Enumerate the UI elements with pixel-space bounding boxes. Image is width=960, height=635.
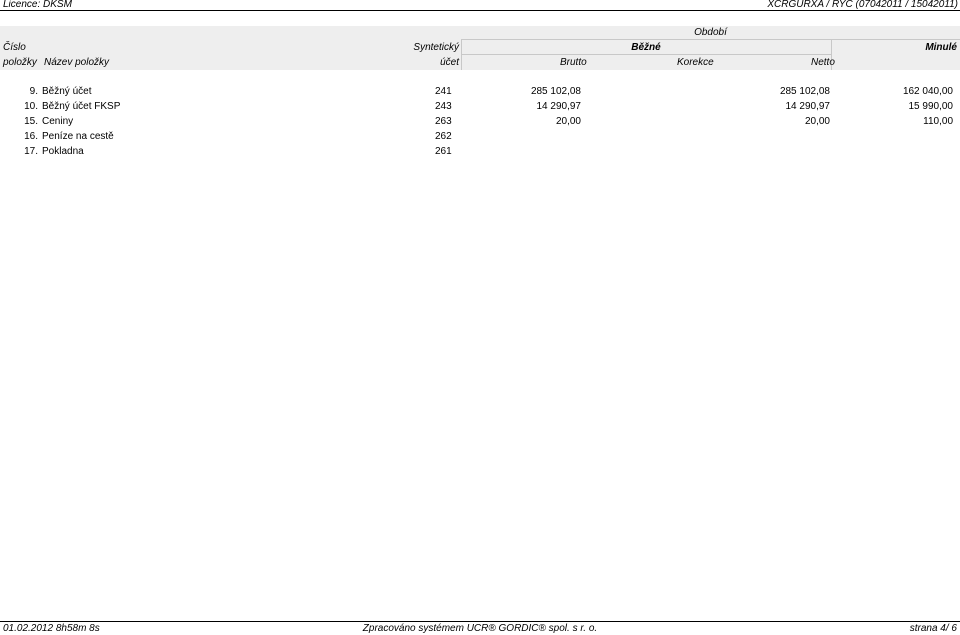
report-id-label: XCRGURXA / RYC (07042011 / 15042011) xyxy=(767,0,958,10)
table-header: Období Číslo položky Název položky Synte… xyxy=(0,26,960,70)
header-brutto: Brutto xyxy=(560,57,587,68)
row-name: Běžný účet xyxy=(42,86,92,97)
row-account: 261 xyxy=(435,146,452,157)
header-nazev-polozky: Název položky xyxy=(44,57,110,68)
row-number: 15. xyxy=(24,116,38,127)
footer-processed-by: Zpracováno systémem UCR® GORDIC® spol. s… xyxy=(362,623,598,634)
row-netto: 14 290,97 xyxy=(785,101,831,112)
header-ucet: účet xyxy=(440,57,459,68)
header-synteticky: Syntetický xyxy=(413,42,459,53)
row-number: 9. xyxy=(29,86,38,97)
row-name: Ceniny xyxy=(42,116,74,127)
row-number: 17. xyxy=(24,146,38,157)
header-bezne: Běžné xyxy=(631,42,661,53)
row-number: 16. xyxy=(24,131,38,142)
header-cislo: Číslo xyxy=(3,42,26,53)
header-obdobi: Období xyxy=(694,27,727,38)
row-brutto: 14 290,97 xyxy=(536,101,582,112)
footer-page-number: strana 4/ 6 xyxy=(909,623,957,634)
row-name: Pokladna xyxy=(42,146,84,157)
row-brutto: 20,00 xyxy=(555,116,581,127)
row-netto: 20,00 xyxy=(804,116,830,127)
header-divider-obdobi xyxy=(461,39,960,40)
header-divider-bezne xyxy=(461,54,831,55)
report-top-bar: Licence: DKSM XCRGURXA / RYC (07042011 /… xyxy=(0,0,960,11)
row-number: 10. xyxy=(24,101,38,112)
row-previous: 110,00 xyxy=(923,116,953,127)
header-korekce: Korekce xyxy=(677,57,714,68)
row-brutto: 285 102,08 xyxy=(530,86,581,97)
header-polozky: položky xyxy=(3,57,37,68)
row-name: Běžný účet FKSP xyxy=(42,101,121,112)
row-previous: 15 990,00 xyxy=(908,101,954,112)
row-previous: 162 040,00 xyxy=(902,86,953,97)
header-minule: Minulé xyxy=(925,42,957,53)
row-account: 262 xyxy=(435,131,452,142)
footer-timestamp: 01.02.2012 8h58m 8s xyxy=(3,623,100,634)
licence-label: Licence: DKSM xyxy=(3,0,72,10)
footer-divider xyxy=(0,621,960,622)
header-netto: Netto xyxy=(811,57,835,68)
row-netto: 285 102,08 xyxy=(779,86,830,97)
row-name: Peníze na cestě xyxy=(42,131,114,142)
